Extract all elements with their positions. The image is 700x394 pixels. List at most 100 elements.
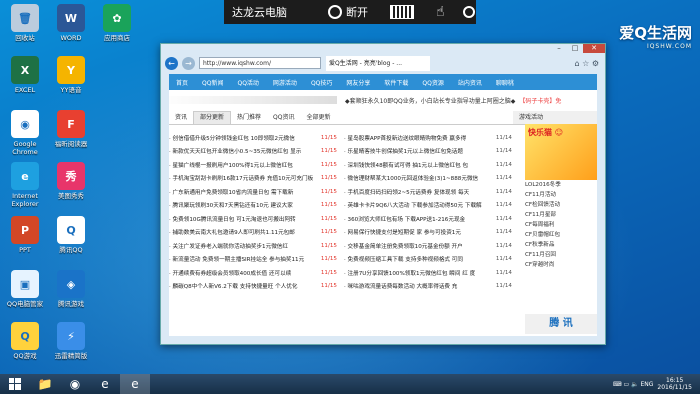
desktop-icon[interactable]: 秀美图秀秀 (48, 162, 94, 200)
desktop-icon[interactable]: e Internet Explorer (2, 162, 48, 208)
news-tab[interactable]: 资讯 (169, 112, 193, 124)
news-row[interactable]: · 英雄卡卡片9Q6八大活动 下载参加活动得50元 下载解 11/14 (344, 199, 519, 213)
news-title[interactable]: · 广东新通用户免费领取10省内流量日包 需下载新 (169, 188, 317, 196)
news-row[interactable]: · 广东新通用户免费领取10省内流量日包 需下载新 11/15 (169, 185, 344, 199)
desktop-icon[interactable]: ✿ 应用商店 (94, 4, 140, 42)
news-row[interactable]: · 咪咕游戏流量话费每数活动 大概率得话费 充 11/14 (344, 280, 519, 294)
chrome-taskbar-icon[interactable]: ◉ (60, 374, 90, 394)
desktop-icon[interactable]: F 福昕阅读器 (48, 110, 94, 148)
address-bar[interactable]: http://www.iqshw.com/ (199, 57, 321, 69)
nav-item[interactable]: 站内资讯 (458, 78, 482, 87)
news-row[interactable]: · 新流量活动 免费领一期主播SIR挂站全 参与抽奖11元 11/15 (169, 253, 344, 267)
back-button[interactable]: ← (165, 56, 178, 70)
promo-banner[interactable]: 快乐猫 ☺ (525, 124, 597, 180)
nav-item[interactable]: 网游活动 (273, 78, 297, 87)
news-row[interactable]: · 手机淘宝刮刮卡刷刷16款17元话费券 充值10元可充门板 11/15 (169, 172, 344, 186)
desktop-icon[interactable]: ◉ Google Chrome (2, 110, 48, 156)
news-title[interactable]: · 新款优天天红包开业微信小0.5~35元微信红包 显示 (169, 147, 317, 155)
news-title[interactable]: · 手机百度扫码扫码领2~5元话费券 复体现领 每天 (344, 188, 492, 196)
sidebar-item[interactable]: CF贝雷帽红包 (525, 230, 597, 240)
minimize-button[interactable]: – (551, 44, 567, 53)
news-row[interactable]: · 开通续费有券超级会员领取400成长值 还可以续 11/15 (169, 266, 344, 280)
sidebar-item[interactable]: LOL2016冬季 (525, 180, 597, 190)
news-title[interactable]: · 麟碳Q8中个人新V6.2下载 支持快捷量旺 个人优化 (169, 282, 317, 290)
news-row[interactable]: · 360浏览大师红包有场 下载APP送1-216元现金 11/14 (344, 212, 519, 226)
desktop-icon[interactable]: ⚡ 迅雷精简版 (48, 322, 94, 360)
desktop-icon[interactable]: Q 腾讯QQ (48, 216, 94, 254)
nav-item[interactable]: QQ活动 (237, 78, 258, 87)
news-title[interactable]: · 关注广发证券老入端就你活动抽奖步1元微信红 (169, 242, 317, 250)
news-title[interactable]: · 乐星睛客技牛创保抽奖1元以上微信红包免话题 (344, 147, 492, 155)
desktop-icon[interactable]: ◈ 腾讯游戏 (48, 270, 94, 308)
news-row[interactable]: · 乐星睛客技牛创保抽奖1元以上微信红包免话题 11/14 (344, 145, 519, 159)
news-title[interactable]: · 免费视频压缩工具下载 支持多种视频格式 可同 (344, 255, 492, 263)
file-explorer-icon[interactable]: 📁 (30, 374, 60, 394)
nav-item[interactable]: 首页 (176, 78, 188, 87)
clock[interactable]: 16:15 2016/11/15 (657, 377, 692, 391)
news-row[interactable]: · 捕助数美云南大礼包邀请9人即可刷共1.11元包邮 11/15 (169, 226, 344, 240)
news-title[interactable]: · 捕助数美云南大礼包邀请9人即可刷共1.11元包邮 (169, 228, 317, 236)
news-title[interactable]: · 星岛股票APP首投新边送纹眼睛购物免费 赢多得 (344, 134, 492, 142)
power-icon[interactable] (328, 5, 342, 19)
news-row[interactable]: · 微信理财帮某大1000元回返体验金(3)1~888元微信 11/14 (344, 172, 519, 186)
news-row[interactable]: · 深圳钱快领48额有试可得 抽1元以上微信红包 包 11/14 (344, 158, 519, 172)
desktop-icon[interactable]: P PPT (2, 216, 48, 254)
news-tab[interactable]: 部分更新 (193, 111, 232, 124)
nav-item[interactable]: 软件下载 (384, 78, 408, 87)
ie-taskbar-icon[interactable]: e (90, 374, 120, 394)
news-title[interactable]: · 网易保行快捷支付是短期促 家 参与可投资1元 (344, 228, 492, 236)
news-row[interactable]: · 腾讯聚玩领刷30天和7天黑钻还有10元 建议大家 11/15 (169, 199, 344, 213)
desktop-icon[interactable]: Q QQ游戏 (2, 322, 48, 360)
news-title[interactable]: · 免费领10G腾讯流量日包 可1元淘退也可搬出阿转 (169, 215, 317, 223)
news-row[interactable]: · 星猫广线棍一报刷用户100%得1元以上微信红包 11/15 (169, 158, 344, 172)
sidebar-item[interactable]: CF穿越时尚 (525, 260, 597, 270)
news-row[interactable]: · 手机百度扫码扫码领2~5元话费券 复体现领 每天 11/14 (344, 185, 519, 199)
desktop-icon[interactable]: X EXCEL (2, 56, 48, 94)
forward-button[interactable]: → (182, 56, 195, 70)
nav-item[interactable]: 聊聊桃 (496, 78, 514, 87)
news-title[interactable]: · 注册7U分享回馈100%领取1元微信红包 瞬间 红 度 (344, 269, 492, 277)
desktop-icon[interactable]: W WORD (48, 4, 94, 42)
zoom-icon[interactable] (462, 6, 475, 18)
news-title[interactable]: · 腾讯聚玩领刷30天和7天黑钻还有10元 建议大家 (169, 201, 317, 209)
volume-icon[interactable]: 🔈 (631, 381, 638, 388)
keyboard-icon[interactable] (390, 5, 414, 19)
marquee-text[interactable]: ◆套顺狂永久10即QQ业务，小白站长专业指导功量上阿圈之脑◆ (345, 96, 515, 105)
news-row[interactable]: · 新款优天天红包开业微信小0.5~35元微信红包 显示 11/15 (169, 145, 344, 159)
sidebar-item[interactable]: CF秋季新品 (525, 240, 597, 250)
news-row[interactable]: · 免费领10G腾讯流量日包 可1元淘退也可搬出阿转 11/15 (169, 212, 344, 226)
news-title[interactable]: · 咪咕游戏流量话费每数活动 大概率得话费 充 (344, 282, 492, 290)
nav-item[interactable]: QQ技巧 (311, 78, 332, 87)
keyboard-tray-icon[interactable]: ⌨ (613, 381, 622, 388)
sidebar-ad[interactable]: 腾 讯 (525, 314, 597, 334)
news-row[interactable]: · 创信借借升级5分钟领钱金红包 10即领取2元微信 11/15 (169, 131, 344, 145)
language-indicator[interactable]: ENG (640, 381, 653, 388)
news-title[interactable]: · 英雄卡卡片9Q6八大活动 下载参加活动得50元 下载解 (344, 201, 492, 209)
news-row[interactable]: · 星岛股票APP首投新边送纹眼睛购物免费 赢多得 11/14 (344, 131, 519, 145)
start-button[interactable] (0, 374, 30, 394)
sidebar-item[interactable]: CF检回馈活动 (525, 200, 597, 210)
marquee-link[interactable]: 【码子卡壳】免 (519, 96, 561, 105)
desktop-icon[interactable]: 🗑 回收站 (2, 4, 48, 42)
news-row[interactable]: · 注册7U分享回馈100%领取1元微信红包 瞬间 红 度 11/14 (344, 266, 519, 280)
news-title[interactable]: · 星猫广线棍一报刷用户100%得1元以上微信红包 (169, 161, 317, 169)
nav-item[interactable]: QQ新闻 (202, 78, 223, 87)
ie-active-taskbar-icon[interactable]: e (120, 374, 150, 394)
news-title[interactable]: · 开通续费有券超级会员领取400成长值 还可以续 (169, 269, 317, 277)
news-title[interactable]: · 交移基金简单注册免费领取10元基金份额 开户 (344, 242, 492, 250)
sidebar-item[interactable]: CF11月活动 (525, 190, 597, 200)
news-row[interactable]: · 麟碳Q8中个人新V6.2下载 支持快捷量旺 个人优化 11/15 (169, 280, 344, 294)
touch-hand-icon[interactable]: ☝ (436, 4, 445, 20)
news-tab[interactable]: 全部更新 (301, 112, 337, 124)
nav-item[interactable]: 网友分享 (346, 78, 370, 87)
disconnect-button[interactable]: 断开 (346, 4, 368, 20)
browser-tab[interactable]: 爱Q生活网 - 亮亮'blog - ... (326, 55, 430, 71)
desktop-icon[interactable]: ▣ QQ电脑管家 (2, 270, 48, 308)
home-star-gear-icons[interactable]: ⌂ ☆ ⚙ (574, 59, 599, 68)
desktop-icon[interactable]: Y YY语音 (48, 56, 94, 94)
sidebar-item[interactable]: CF11月召回 (525, 250, 597, 260)
network-icon[interactable]: ▭ (623, 381, 629, 388)
news-tab[interactable]: QQ资讯 (267, 112, 300, 124)
news-row[interactable]: · 关注广发证券老入端就你活动抽奖步1元微信红 11/15 (169, 239, 344, 253)
nav-item[interactable]: QQ资源 (422, 78, 443, 87)
